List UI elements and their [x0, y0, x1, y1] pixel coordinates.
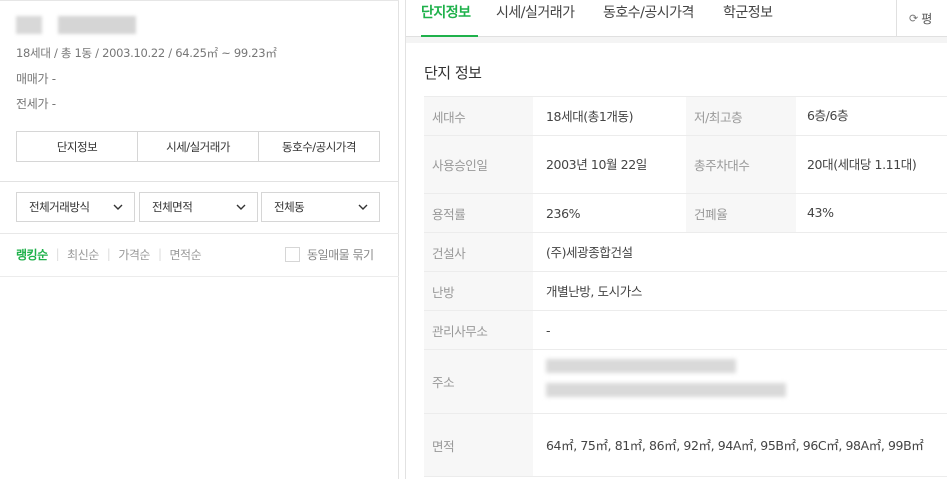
heating-label: 난방 [424, 272, 533, 310]
tab-price-history[interactable]: 시세/실거래가 [138, 132, 259, 161]
management-office-label: 관리사무소 [424, 311, 533, 349]
area-unit-toggle-button[interactable]: ⟳ 평 [896, 0, 947, 37]
building-value: 전체동 [274, 200, 305, 214]
sort-bar: 랭킹순 | 최신순 | 가격순 | 면적순 [16, 245, 202, 263]
listing-panel: 18세대 / 총 1동 / 2003.10.22 / 64.25㎡ ~ 99.2… [0, 0, 399, 479]
sort-latest[interactable]: 최신순 [67, 246, 99, 263]
table-row: 용적률 236% 건폐율 43% [424, 193, 947, 232]
floor-area-ratio-value: 236% [546, 205, 581, 221]
tab-price-history[interactable]: 시세/실거래가 [496, 2, 575, 37]
builder-value: (주)세광종합건설 [546, 244, 633, 260]
sort-area[interactable]: 면적순 [170, 246, 202, 263]
section-title: 단지 정보 [424, 64, 482, 82]
detail-tabs: 단지정보 시세/실거래가 동호수/공시가격 학군정보 ⟳ 평 [406, 0, 947, 37]
trade-type-select[interactable]: 전체거래방식 [16, 192, 135, 222]
tab-complex-info[interactable]: 단지정보 [421, 2, 478, 37]
area-value: 64㎡, 75㎡, 81㎡, 86㎡, 92㎡, 94A㎡, 95B㎡, 96C… [546, 437, 924, 453]
approval-label: 사용승인일 [424, 136, 533, 193]
complex-info-table: 세대수 18세대(총1개동) 저/최고층 6층/6층 사용승인일 2003년 1… [424, 96, 947, 477]
floor-area-ratio-label: 용적률 [424, 194, 533, 232]
chevron-down-icon [358, 204, 368, 210]
table-row: 사용승인일 2003년 10월 22일 총주차대수 20대(세대당 1.11대) [424, 135, 947, 193]
area-label: 면적 [424, 414, 533, 476]
table-row: 관리사무소 - [424, 310, 947, 349]
filter-bar: 전체거래방식 전체면적 전체동 [16, 192, 380, 222]
building-coverage-label: 건폐율 [686, 194, 796, 232]
parking-value: 20대(세대당 1.11대) [807, 156, 917, 172]
same-listing-checkbox[interactable] [285, 246, 300, 262]
households-value: 18세대(총1개동) [546, 108, 634, 124]
management-office-value: - [546, 322, 551, 338]
blurred-address [546, 383, 786, 397]
chevron-down-icon [113, 204, 123, 210]
complex-summary: 18세대 / 총 1동 / 2003.10.22 / 64.25㎡ ~ 99.2… [16, 46, 277, 60]
table-row: 주소 [424, 349, 947, 413]
building-coverage-value: 43% [807, 205, 834, 220]
divider [0, 276, 399, 277]
blurred-complex-name [16, 16, 42, 34]
tab-school-info[interactable]: 학군정보 [723, 2, 773, 37]
sort-ranking[interactable]: 랭킹순 [16, 246, 48, 263]
address-label: 주소 [424, 350, 533, 413]
trade-type-value: 전체거래방식 [29, 200, 90, 214]
table-row: 난방 개별난방, 도시가스 [424, 271, 947, 310]
sort-divider: | [106, 247, 111, 261]
same-listing-label: 동일매물 묶기 [307, 247, 374, 262]
households-label: 세대수 [424, 97, 533, 135]
tab-unit-prices[interactable]: 동호수/공시가격 [259, 132, 379, 161]
complex-tabs: 단지정보 시세/실거래가 동호수/공시가격 [16, 131, 380, 162]
detail-panel: 단지정보 시세/실거래가 동호수/공시가격 학군정보 ⟳ 평 단지 정보 세대수… [405, 0, 947, 479]
heating-value: 개별난방, 도시가스 [546, 283, 642, 299]
sort-divider: | [157, 247, 162, 261]
jeonse-price: 전세가 - [16, 97, 56, 111]
building-select[interactable]: 전체동 [261, 192, 380, 222]
refresh-icon: ⟳ [909, 12, 919, 25]
table-row: 면적 64㎡, 75㎡, 81㎡, 86㎡, 92㎡, 94A㎡, 95B㎡, … [424, 413, 947, 477]
area-select[interactable]: 전체면적 [139, 192, 258, 222]
sort-divider: | [55, 247, 60, 261]
sort-price[interactable]: 가격순 [118, 246, 150, 263]
divider [0, 233, 399, 234]
table-row: 건설사 (주)세광종합건설 [424, 232, 947, 271]
divider [0, 181, 399, 182]
tab-unit-prices[interactable]: 동호수/공시가격 [603, 2, 694, 37]
parking-label: 총주차대수 [686, 136, 796, 193]
area-value: 전체면적 [152, 200, 193, 214]
same-listing-toggle[interactable]: 동일매물 묶기 [285, 245, 374, 263]
approval-value: 2003년 10월 22일 [546, 157, 647, 172]
floors-label: 저/최고층 [686, 97, 796, 135]
chevron-down-icon [236, 204, 246, 210]
top-divider [0, 0, 399, 3]
table-row: 세대수 18세대(총1개동) 저/최고층 6층/6층 [424, 96, 947, 135]
sale-price: 매매가 - [16, 72, 56, 86]
builder-label: 건설사 [424, 233, 533, 271]
blurred-complex-name [58, 16, 136, 34]
area-unit-label: 평 [921, 12, 933, 26]
blurred-address [546, 359, 736, 373]
tab-complex-info[interactable]: 단지정보 [17, 132, 138, 161]
floors-value: 6층/6층 [807, 108, 849, 123]
divider [406, 37, 947, 43]
